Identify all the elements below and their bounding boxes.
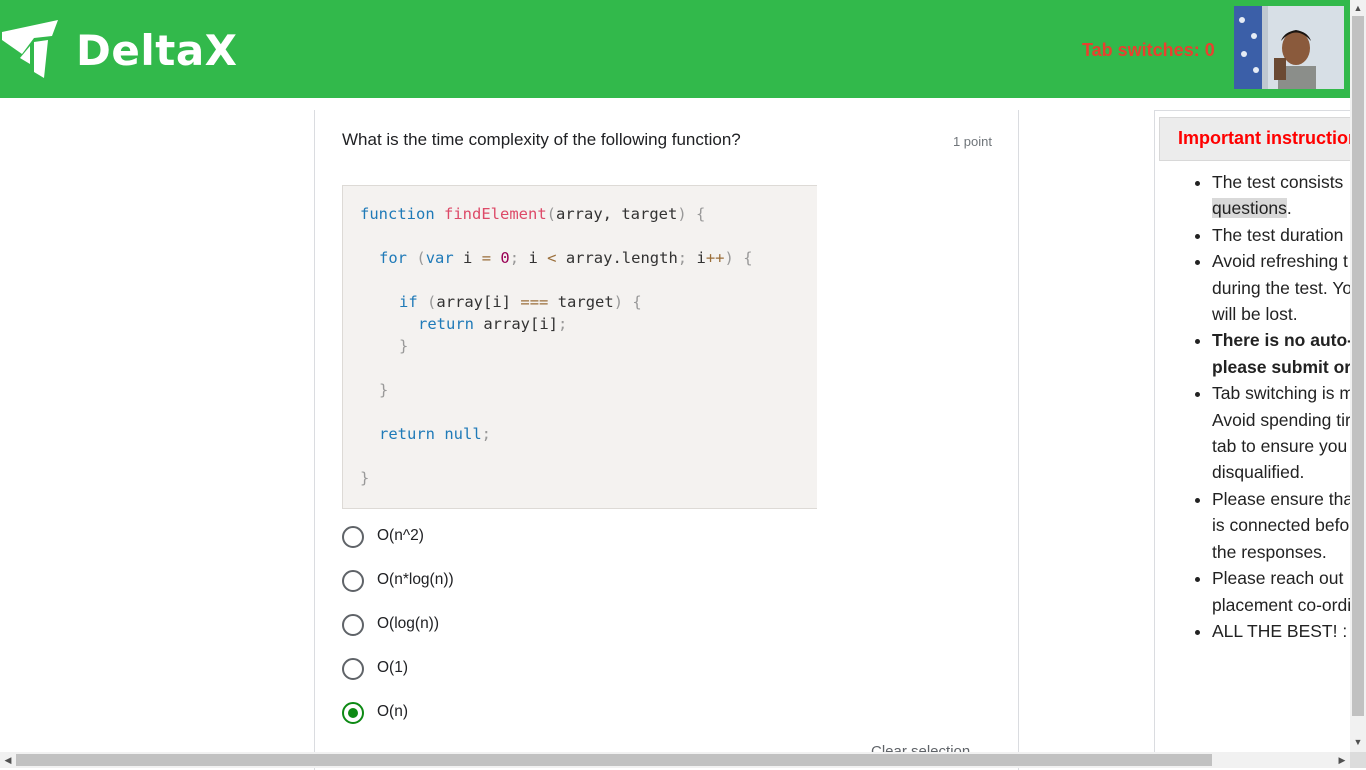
scroll-left-arrow-icon[interactable]: ◀	[0, 752, 16, 768]
radio-button[interactable]	[342, 570, 364, 592]
code-line: return array[i];	[418, 315, 568, 333]
option-on2[interactable]: O(n^2)	[342, 524, 642, 550]
option-o1[interactable]: O(1)	[342, 656, 642, 682]
instruction-item: The test consistsquestions.	[1212, 169, 1365, 222]
question-points: 1 point	[952, 134, 992, 149]
option-ologn[interactable]: O(log(n))	[342, 612, 642, 638]
deltax-logo-icon	[2, 20, 58, 78]
tab-switch-counter: Tab switches: 0	[1082, 40, 1215, 60]
radio-button[interactable]	[342, 526, 364, 548]
instructions-panel: Important instructions The test consists…	[1154, 110, 1365, 762]
question-card: What is the time complexity of the follo…	[314, 110, 1019, 770]
radio-button[interactable]	[342, 658, 364, 680]
question-title: What is the time complexity of the follo…	[342, 130, 741, 149]
instruction-item: There is no auto-please submit or	[1212, 327, 1365, 380]
instructions-header: Important instructions	[1159, 117, 1365, 161]
top-header-bar: DeltaX Tab switches: 0	[0, 0, 1350, 98]
option-label: O(1)	[377, 659, 408, 676]
brand-name: DeltaX	[76, 26, 238, 75]
code-line: }	[360, 469, 370, 487]
code-line: }	[399, 337, 409, 355]
instruction-item: Please ensure thais connected befothe re…	[1212, 486, 1365, 565]
vertical-scrollbar[interactable]: ▲ ▼	[1350, 0, 1366, 752]
code-line: return null;	[379, 425, 492, 443]
instructions-list: The test consistsquestions. The test dur…	[1167, 169, 1365, 644]
option-on[interactable]: O(n)	[342, 700, 642, 726]
code-line: for (var i = 0; i < array.length; i++) {	[379, 249, 753, 267]
radio-button-selected[interactable]	[342, 702, 364, 724]
instruction-item: Please reach outplacement co-ordi	[1212, 565, 1365, 618]
option-label: O(n)	[377, 703, 408, 720]
horizontal-scroll-thumb[interactable]	[16, 754, 1212, 766]
horizontal-scrollbar[interactable]: ◀ ▶	[0, 752, 1350, 768]
scroll-up-arrow-icon[interactable]: ▲	[1350, 0, 1366, 16]
option-onlogn[interactable]: O(n*log(n))	[342, 568, 642, 594]
code-line: }	[379, 381, 389, 399]
scrollbar-corner	[1350, 752, 1366, 768]
instruction-item: Tab switching is mAvoid spending tirtab …	[1212, 380, 1365, 486]
code-line: function findElement(array, target) {	[360, 205, 706, 223]
option-label: O(n^2)	[377, 527, 424, 544]
webcam-preview	[1234, 6, 1344, 89]
code-line: if (array[i] === target) {	[399, 293, 642, 311]
scroll-right-arrow-icon[interactable]: ▶	[1334, 752, 1350, 768]
webcam-person-image	[1234, 6, 1344, 89]
option-label: O(log(n))	[377, 615, 440, 632]
instruction-item: Avoid refreshing tduring the test. Yowil…	[1212, 248, 1365, 327]
instruction-item: The test duration	[1212, 222, 1365, 248]
instructions-title: Important instructions	[1178, 128, 1365, 148]
radio-button[interactable]	[342, 614, 364, 636]
code-snippet: function findElement(array, target) { fo…	[342, 185, 817, 509]
scroll-down-arrow-icon[interactable]: ▼	[1350, 734, 1366, 750]
option-label: O(n*log(n))	[377, 571, 454, 588]
vertical-scroll-thumb[interactable]	[1352, 16, 1364, 716]
instruction-item: ALL THE BEST! :	[1212, 618, 1365, 644]
